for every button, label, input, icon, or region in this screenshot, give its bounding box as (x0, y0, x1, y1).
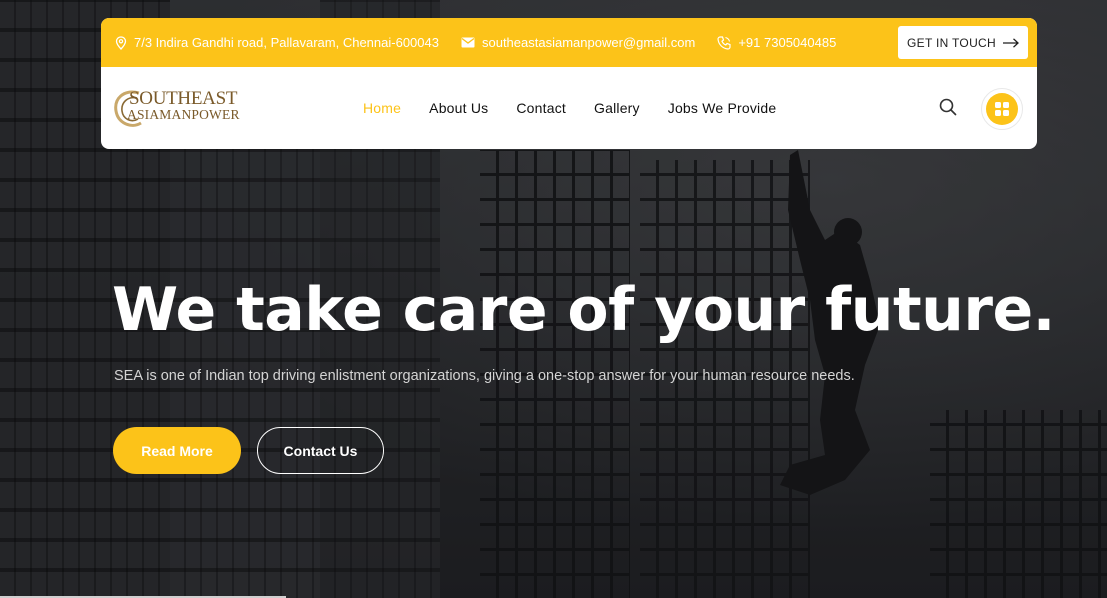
nav-item-gallery[interactable]: Gallery (594, 100, 640, 116)
nav-item-contact[interactable]: Contact (516, 100, 566, 116)
grid-icon (995, 102, 1009, 116)
read-more-button[interactable]: Read More (113, 427, 241, 474)
contact-us-button[interactable]: Contact Us (257, 427, 384, 474)
get-in-touch-button[interactable]: GET IN TOUCH (898, 26, 1028, 59)
top-info-bar: 7/3 Indira Gandhi road, Pallavaram, Chen… (101, 18, 1037, 67)
get-in-touch-label: GET IN TOUCH (907, 35, 996, 50)
search-button[interactable] (939, 98, 957, 121)
address-info: 7/3 Indira Gandhi road, Pallavaram, Chen… (115, 35, 439, 50)
phone-info[interactable]: +91 7305040485 (717, 35, 836, 50)
phone-icon (717, 35, 731, 50)
location-pin-icon (115, 35, 127, 50)
envelope-icon (461, 37, 475, 48)
apps-menu-circle (986, 93, 1018, 125)
phone-link[interactable]: +91 7305040485 (738, 35, 836, 50)
address-text: 7/3 Indira Gandhi road, Pallavaram, Chen… (134, 35, 439, 50)
primary-nav: Home About Us Contact Gallery Jobs We Pr… (363, 67, 804, 149)
main-navbar: SOUTHEAST ASIAMANPOWER Home About Us Con… (101, 67, 1037, 149)
hero-headline: We take care of your future. (112, 275, 1055, 345)
logo-line-2: ASIAMANPOWER (127, 107, 240, 122)
site-header: 7/3 Indira Gandhi road, Pallavaram, Chen… (101, 18, 1037, 149)
nav-item-home[interactable]: Home (363, 100, 401, 116)
email-info[interactable]: southeastasiamanpower@gmail.com (461, 35, 695, 50)
hero-subtext: SEA is one of Indian top driving enlistm… (114, 368, 855, 384)
arrow-right-icon (1002, 37, 1019, 48)
email-link[interactable]: southeastasiamanpower@gmail.com (482, 35, 695, 50)
apps-menu-button[interactable] (981, 88, 1023, 130)
search-icon (939, 98, 957, 116)
nav-item-jobs-we-provide[interactable]: Jobs We Provide (668, 100, 777, 116)
nav-item-about-us[interactable]: About Us (429, 100, 488, 116)
site-logo[interactable]: SOUTHEAST ASIAMANPOWER (113, 85, 253, 131)
